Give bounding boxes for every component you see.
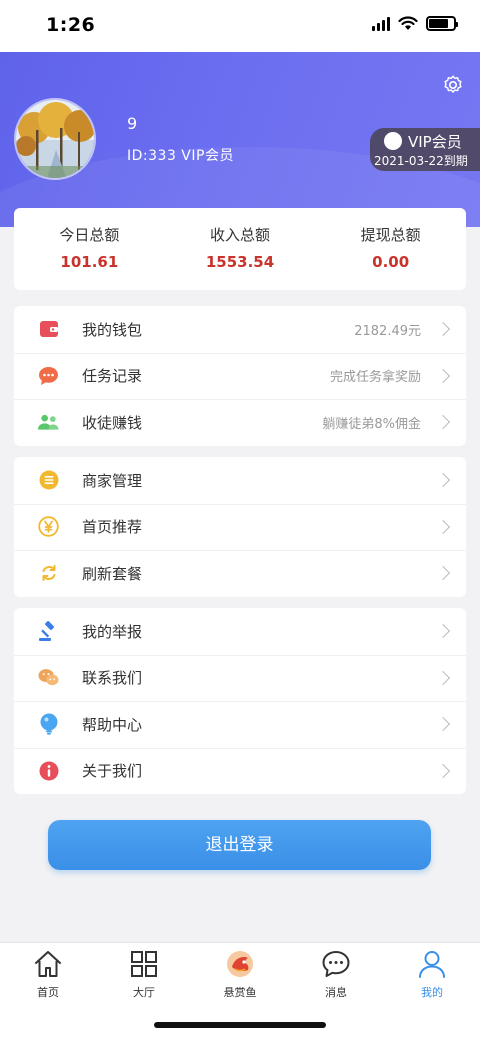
- chevron-right-icon: [435, 624, 451, 639]
- vip-label: VIP会员: [408, 133, 462, 151]
- logout-button[interactable]: 退出登录: [48, 820, 431, 870]
- tab-label: 消息: [325, 986, 347, 999]
- vip-badge[interactable]: VIP会员 2021-03-22到期: [370, 128, 480, 171]
- stat-value: 101.61: [60, 253, 119, 271]
- menu-item-label: 我的钱包: [82, 320, 143, 339]
- chevron-right-icon: [435, 368, 451, 383]
- menu-icon: [38, 470, 59, 491]
- yen-icon: [38, 516, 59, 537]
- tab-label: 悬赏鱼: [223, 986, 257, 999]
- stat-today: 今日总额 101.61: [14, 208, 165, 290]
- refresh-icon: [38, 563, 59, 584]
- bulb-icon: [38, 713, 59, 735]
- menu-item-label: 联系我们: [82, 669, 143, 688]
- info-icon: [38, 760, 59, 781]
- settings-gear-icon[interactable]: [442, 74, 464, 96]
- battery-icon: [426, 16, 458, 31]
- menu-item-value: 完成任务拿奖励: [329, 370, 421, 386]
- stat-withdrawn: 提现总额 0.00: [315, 208, 466, 290]
- menu-item-contact-us[interactable]: 联系我们: [14, 654, 466, 702]
- menu-item-label: 关于我们: [82, 762, 143, 781]
- gavel-icon: [38, 620, 59, 642]
- chevron-right-icon: [435, 473, 451, 488]
- chat-icon: [38, 365, 59, 386]
- tab-label: 大厅: [133, 986, 155, 999]
- tab-bounty-fish[interactable]: 悬赏鱼: [192, 949, 288, 1000]
- person-icon: [419, 951, 445, 978]
- avatar[interactable]: [14, 98, 96, 180]
- user-id: ID:333 VIP会员: [127, 148, 234, 164]
- tab-home[interactable]: 首页: [0, 949, 96, 1000]
- menu-item-recruit[interactable]: 收徒赚钱 躺赚徒弟8%佣金: [14, 399, 466, 446]
- chevron-right-icon: [435, 717, 451, 732]
- menu-group-support: 我的举报 联系我们 帮助中心 关于我们: [14, 608, 466, 794]
- menu-item-refresh-package[interactable]: 刷新套餐: [14, 550, 466, 597]
- profile-header: 9 ID:333 VIP会员 VIP会员 2021-03-22到期: [0, 52, 480, 227]
- menu-item-value: 2182.49元: [354, 323, 421, 339]
- status-icons: [372, 16, 458, 31]
- wechat-icon: [38, 667, 59, 688]
- menu-item-label: 帮助中心: [82, 715, 143, 734]
- status-bar: 1:26: [0, 0, 480, 52]
- cellular-signal-icon: [372, 16, 390, 31]
- menu-group-merchant: 商家管理 首页推荐 刷新套餐: [14, 457, 466, 597]
- chevron-right-icon: [435, 763, 451, 778]
- home-icon: [35, 951, 61, 977]
- stat-value: 0.00: [372, 253, 410, 271]
- tab-label: 我的: [421, 986, 443, 999]
- menu-group-earnings: 我的钱包 2182.49元 任务记录 完成任务拿奖励 收徒赚钱 躺赚徒弟8%佣金: [14, 306, 466, 446]
- chevron-right-icon: [435, 519, 451, 534]
- tab-messages[interactable]: 消息: [288, 949, 384, 1000]
- menu-item-label: 首页推荐: [82, 518, 143, 537]
- tab-mine[interactable]: 我的: [384, 949, 480, 1000]
- stat-label: 提现总额: [360, 226, 421, 244]
- message-icon: [322, 951, 350, 977]
- stat-label: 今日总额: [59, 226, 120, 244]
- menu-item-wallet[interactable]: 我的钱包 2182.49元: [14, 306, 466, 353]
- wifi-icon: [398, 16, 418, 30]
- grid-icon: [131, 951, 157, 977]
- user-name: 9: [127, 114, 138, 133]
- menu-item-label: 刷新套餐: [82, 564, 143, 583]
- menu-item-label: 收徒赚钱: [82, 413, 143, 432]
- menu-item-homepage-recommend[interactable]: 首页推荐: [14, 503, 466, 551]
- home-indicator: [154, 1022, 326, 1028]
- menu-item-label: 我的举报: [82, 622, 143, 641]
- tab-label: 首页: [37, 986, 59, 999]
- chevron-right-icon: [435, 566, 451, 581]
- stats-card: 今日总额 101.61 收入总额 1553.54 提现总额 0.00: [14, 208, 466, 290]
- vip-crown-icon: [384, 132, 402, 150]
- chevron-right-icon: [435, 322, 451, 337]
- menu-item-value: 躺赚徒弟8%佣金: [322, 416, 421, 432]
- stat-value: 1553.54: [205, 253, 275, 271]
- users-icon: [38, 412, 59, 433]
- status-time: 1:26: [46, 14, 96, 36]
- vip-expiry: 2021-03-22到期: [374, 154, 468, 168]
- fish-logo-icon: [227, 951, 253, 977]
- tab-lobby[interactable]: 大厅: [96, 949, 192, 1000]
- menu-item-help-center[interactable]: 帮助中心: [14, 701, 466, 748]
- menu-item-about-us[interactable]: 关于我们: [14, 747, 466, 795]
- wallet-icon: [38, 319, 59, 340]
- menu-item-label: 商家管理: [82, 471, 143, 490]
- stat-label: 收入总额: [210, 226, 271, 244]
- menu-item-label: 任务记录: [82, 367, 143, 386]
- stat-income: 收入总额 1553.54: [165, 208, 316, 290]
- chevron-right-icon: [435, 415, 451, 430]
- menu-item-merchant-management[interactable]: 商家管理: [14, 457, 466, 504]
- menu-item-my-reports[interactable]: 我的举报: [14, 608, 466, 655]
- chevron-right-icon: [435, 670, 451, 685]
- menu-item-task-records[interactable]: 任务记录 完成任务拿奖励: [14, 352, 466, 400]
